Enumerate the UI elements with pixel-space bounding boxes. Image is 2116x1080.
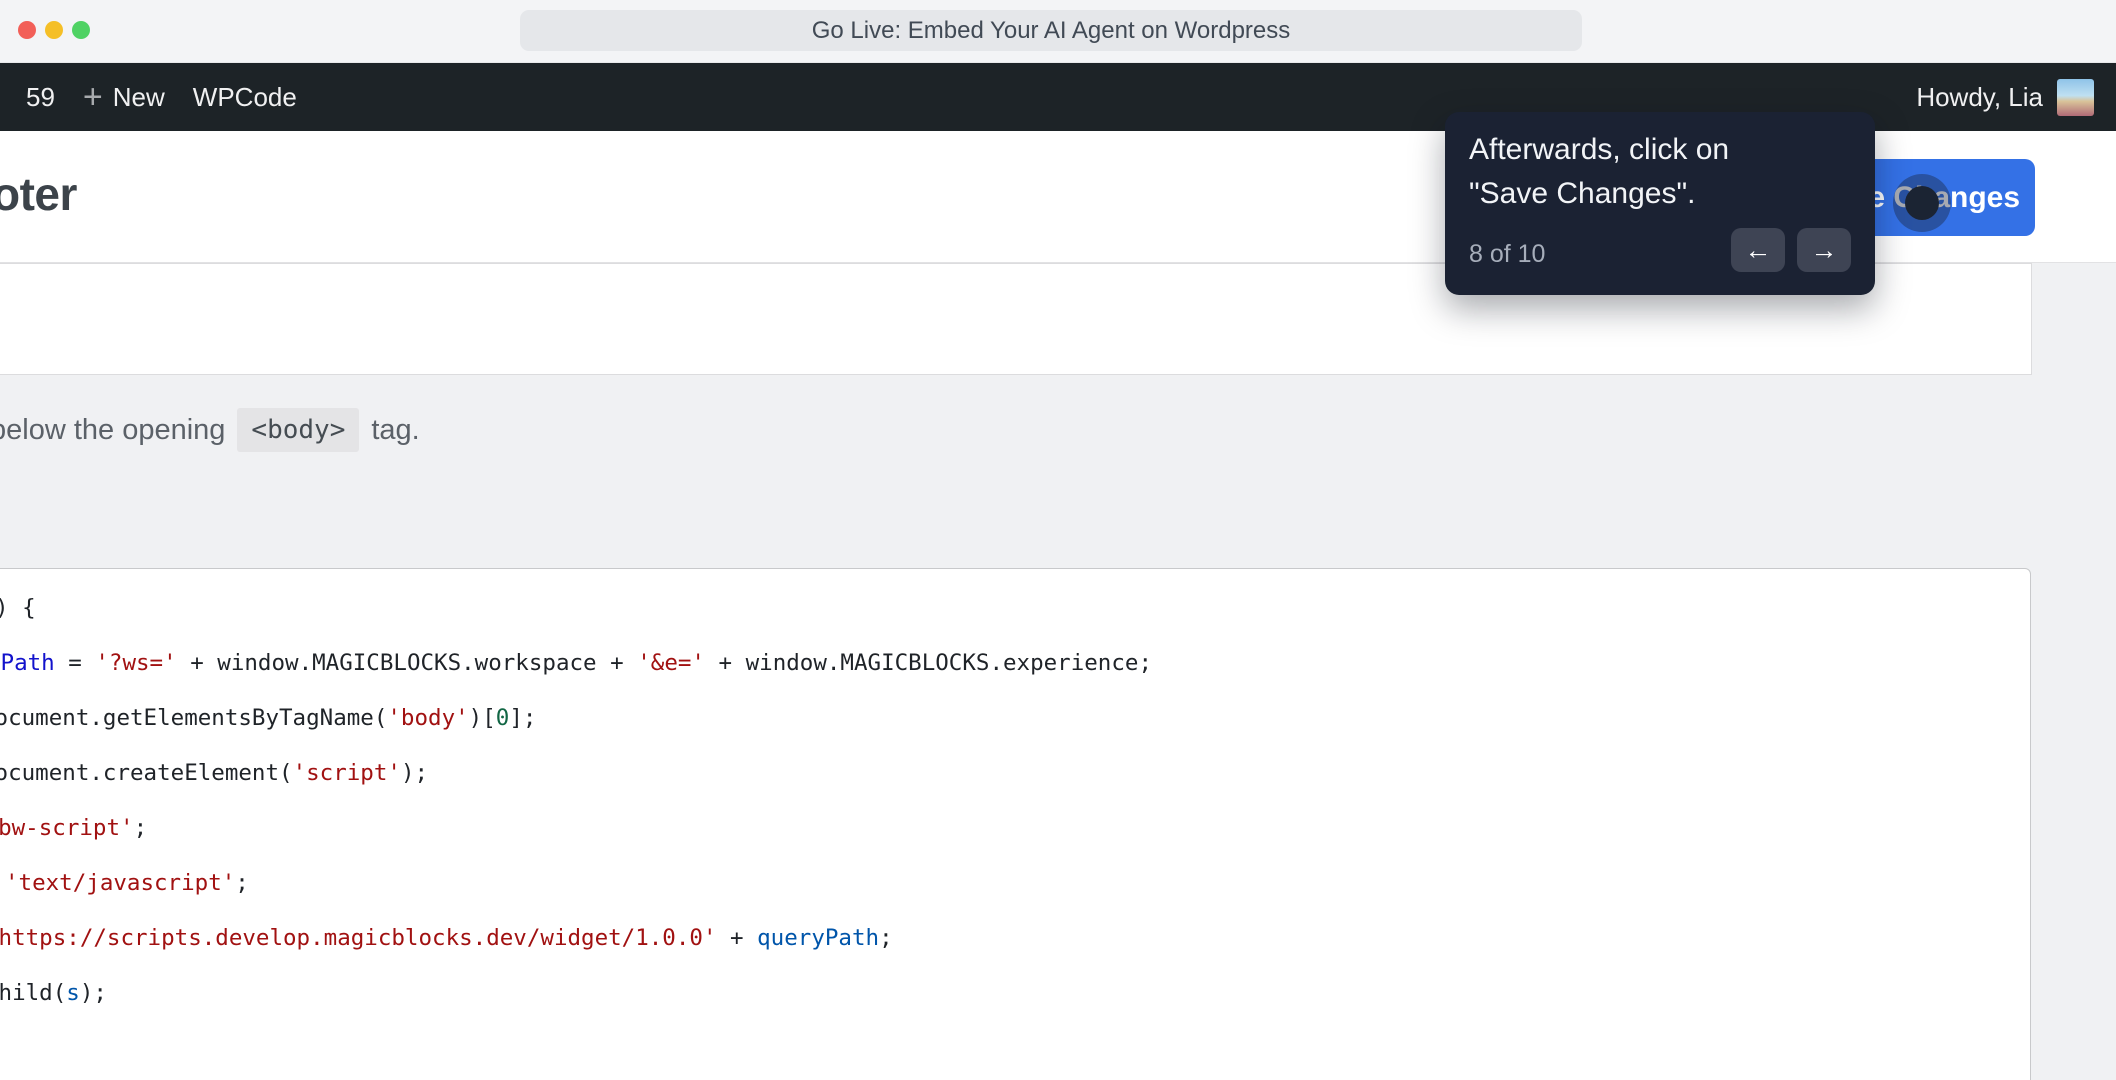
browser-tab[interactable]: Go Live: Embed Your AI Agent on Wordpres… xyxy=(520,10,1582,51)
code-token-plain: ; xyxy=(879,925,893,951)
code-token-string: 'mbw-script' xyxy=(0,815,134,841)
code-token-plain: + window.MAGICBLOCKS.experience; xyxy=(704,650,1153,676)
code-token-variable: s xyxy=(66,980,80,1006)
howdy-label: Howdy, Lia xyxy=(1916,81,2043,112)
placement-instruction: below the opening <body> tag. xyxy=(0,408,420,452)
macos-titlebar: Go Live: Embed Your AI Agent on Wordpres… xyxy=(0,0,2116,63)
instruction-text-after: tag. xyxy=(371,413,420,446)
plus-icon: + xyxy=(82,78,103,116)
code-token-plain: ); xyxy=(79,980,107,1006)
code-token-plain: + xyxy=(716,925,758,951)
code-line[interactable]: document.createElement('script'); xyxy=(0,746,2030,801)
code-editor[interactable]: ) { yPath = '?ws=' + window.MAGICBLOCKS.w… xyxy=(0,568,2031,1080)
click-indicator xyxy=(1893,174,1951,232)
code-token-def: yPath xyxy=(0,650,55,676)
new-label: New xyxy=(112,81,165,112)
new-content-menu[interactable]: + New xyxy=(69,63,179,131)
comments-count[interactable]: 59 xyxy=(12,63,69,131)
code-token-string: 'script' xyxy=(292,760,401,786)
code-token-plain: document.createElement( xyxy=(0,760,293,786)
code-token-plain: document.getElementsByTagName( xyxy=(0,705,388,731)
arrow-right-icon: → xyxy=(1810,234,1838,265)
tab-title: Go Live: Embed Your AI Agent on Wordpres… xyxy=(811,16,1291,44)
previous-step-button[interactable]: ← xyxy=(1731,228,1785,272)
tooltip-text: Afterwards, click on "Save Changes". xyxy=(1469,133,1730,210)
user-avatar xyxy=(2057,78,2094,116)
code-token-string: '&e=' xyxy=(637,650,705,676)
code-token-plain: )[ xyxy=(468,705,496,731)
minimize-window-icon[interactable] xyxy=(45,21,63,39)
code-line[interactable]: 'mbw-script'; xyxy=(0,801,2030,856)
code-token-plain: ; xyxy=(133,815,148,841)
code-token-plain: = xyxy=(54,650,96,676)
code-token-plain: Child( xyxy=(0,980,67,1006)
code-token-string: '?ws=' xyxy=(95,650,177,676)
code-line[interactable]: Child(s); xyxy=(0,966,2030,1021)
code-line[interactable]: document.getElementsByTagName('body')[0]… xyxy=(0,691,2030,746)
instruction-text-before: below the opening xyxy=(0,413,226,446)
account-menu[interactable]: Howdy, Lia xyxy=(1916,63,2094,131)
code-token-string: 'body' xyxy=(387,705,469,731)
code-lines: ) { yPath = '?ws=' + window.MAGICBLOCKS.w… xyxy=(0,581,2030,1021)
code-token-plain: ]; xyxy=(509,705,537,731)
code-line[interactable]: 'text/javascript'; xyxy=(0,856,2030,911)
tutorial-tooltip: Afterwards, click on "Save Changes". 8 o… xyxy=(1445,112,1875,295)
code-token-number: 0 xyxy=(495,705,510,731)
click-indicator-dot xyxy=(1905,186,1939,220)
code-token-string: 'https://scripts.develop.magicblocks.dev… xyxy=(0,925,717,951)
step-counter: 8 of 10 xyxy=(1469,240,1546,268)
next-step-button[interactable]: → xyxy=(1797,228,1851,272)
code-token-plain: ; xyxy=(235,870,249,896)
close-window-icon[interactable] xyxy=(18,21,36,39)
code-line[interactable]: ) { xyxy=(0,581,2030,636)
code-token-plain: + window.MAGICBLOCKS.workspace + xyxy=(176,650,638,676)
arrow-left-icon: ← xyxy=(1744,234,1772,265)
code-token-string: 'text/javascript' xyxy=(5,870,236,896)
body-tag-chip: <body> xyxy=(237,408,360,452)
code-line[interactable]: 'https://scripts.develop.magicblocks.dev… xyxy=(0,911,2030,966)
code-line[interactable]: yPath = '?ws=' + window.MAGICBLOCKS.work… xyxy=(0,636,2030,691)
zoom-window-icon[interactable] xyxy=(72,21,90,39)
page-title: oter xyxy=(0,168,77,220)
code-token-variable: queryPath xyxy=(757,925,880,951)
code-token-plain: ); xyxy=(400,760,429,786)
wpcode-menu[interactable]: WPCode xyxy=(179,63,311,131)
code-token-plain: ) { xyxy=(0,595,36,621)
